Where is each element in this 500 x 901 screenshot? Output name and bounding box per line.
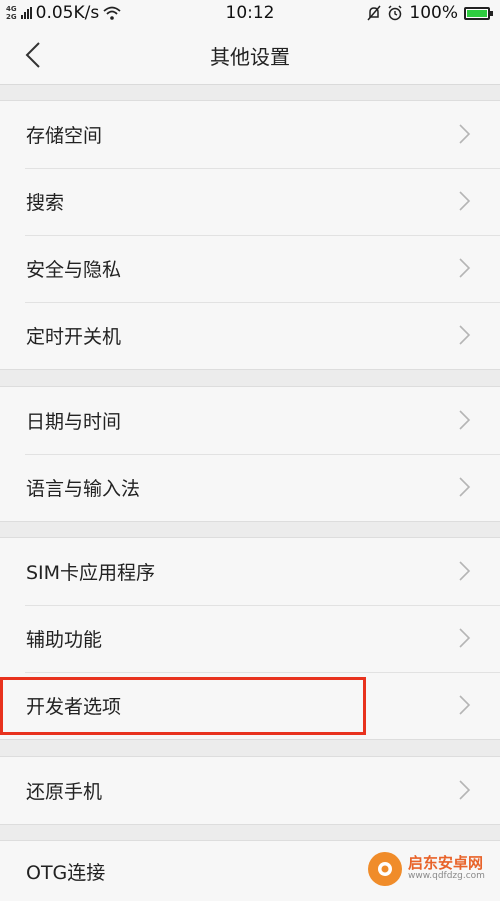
menu-item-label: 开发者选项 — [26, 696, 122, 718]
watermark: 启东安卓网 www.qdfdzg.com — [368, 848, 500, 889]
menu-item-scheduled-power[interactable]: 定时开关机 — [0, 302, 500, 369]
menu-item-reset-phone[interactable]: 还原手机 — [0, 757, 500, 824]
menu-item-label: 日期与时间 — [26, 411, 122, 433]
menu-item-search[interactable]: 搜索 — [0, 168, 500, 235]
menu-item-label: SIM卡应用程序 — [26, 562, 156, 584]
menu-item-label: 定时开关机 — [26, 326, 122, 348]
menu-item-label: 还原手机 — [26, 781, 103, 803]
battery-icon — [464, 6, 493, 20]
menu-item-label: 语言与输入法 — [26, 478, 141, 500]
chevron-right-icon — [459, 477, 471, 497]
menu-item-label: 存储空间 — [26, 125, 103, 147]
mute-bell-icon — [367, 5, 381, 21]
chevron-right-icon — [459, 561, 471, 581]
chevron-right-icon — [459, 780, 471, 800]
menu-item-date-time[interactable]: 日期与时间 — [0, 387, 500, 454]
battery-percent: 100% — [409, 3, 458, 23]
alarm-icon — [388, 5, 402, 21]
chevron-right-icon — [459, 191, 471, 211]
menu-item-label: OTG连接 — [26, 861, 106, 884]
chevron-right-icon — [459, 325, 471, 345]
settings-group-4: 还原手机 — [0, 756, 500, 825]
menu-item-label: 搜索 — [26, 192, 65, 214]
settings-group-3: SIM卡应用程序 辅助功能 开发者选项 — [0, 537, 500, 740]
menu-item-security-privacy[interactable]: 安全与隐私 — [0, 235, 500, 302]
status-bar: 4G 2G 0.05K/s 10:12 100% — [0, 0, 500, 26]
page-title: 其他设置 — [210, 45, 290, 69]
watermark-url: www.qdfdzg.com — [408, 870, 485, 881]
settings-group-1: 存储空间 搜索 安全与隐私 定时开关机 — [0, 100, 500, 370]
chevron-right-icon — [459, 695, 471, 715]
chevron-right-icon — [459, 258, 471, 278]
menu-item-storage[interactable]: 存储空间 — [0, 101, 500, 168]
app-header: 其他设置 — [0, 26, 500, 85]
watermark-name: 启东安卓网 — [408, 854, 484, 873]
menu-item-accessibility[interactable]: 辅助功能 — [0, 605, 500, 672]
chevron-right-icon — [459, 628, 471, 648]
menu-item-label: 安全与隐私 — [26, 259, 122, 281]
menu-item-developer-options[interactable]: 开发者选项 — [0, 672, 500, 739]
menu-item-sim-apps[interactable]: SIM卡应用程序 — [0, 538, 500, 605]
settings-group-2: 日期与时间 语言与输入法 — [0, 386, 500, 522]
menu-item-language-input[interactable]: 语言与输入法 — [0, 454, 500, 521]
chevron-right-icon — [459, 124, 471, 144]
watermark-logo-icon — [368, 851, 402, 886]
status-right: 100% — [367, 3, 493, 23]
chevron-right-icon — [459, 410, 471, 430]
menu-item-label: 辅助功能 — [26, 629, 103, 651]
